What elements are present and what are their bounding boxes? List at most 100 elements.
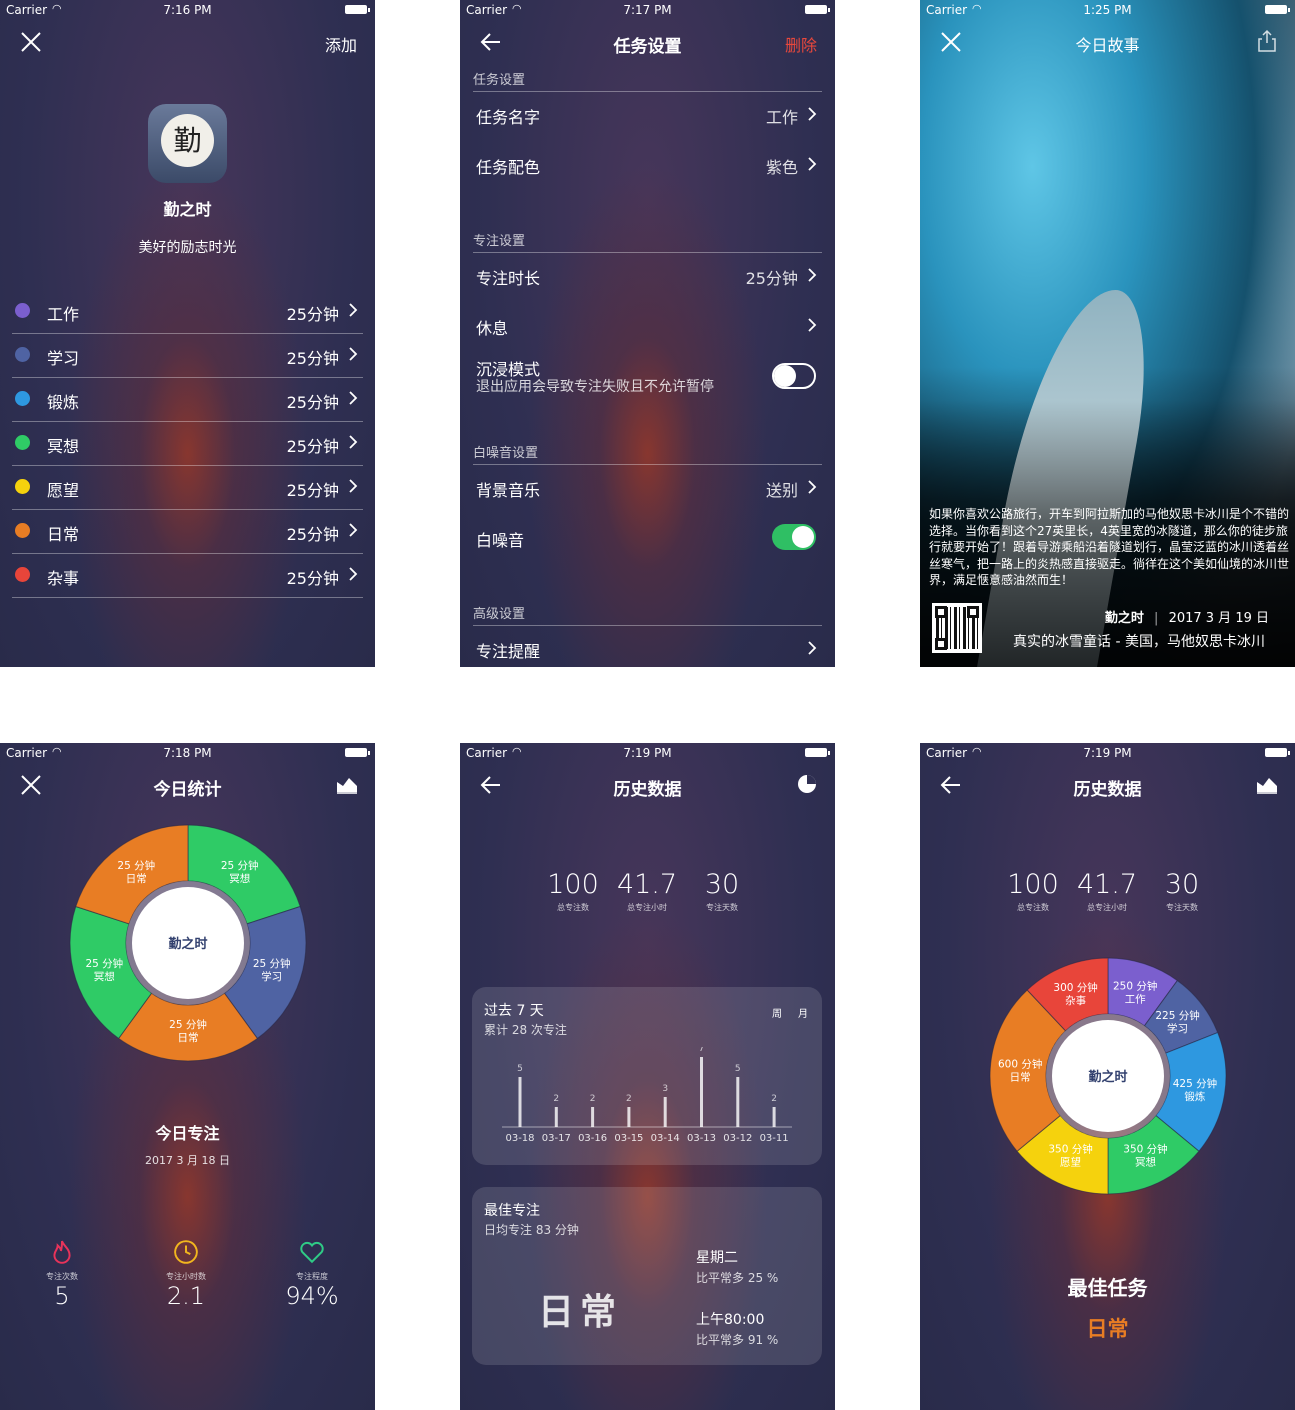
nav-bar: 任务设置 删除 [460,20,835,64]
section-advanced: 高级设置 [473,603,822,626]
task-duration: 25分钟 [286,569,339,588]
summary-label: 专注天数 [706,903,738,912]
row-label: 白噪音 [476,531,525,550]
slice-value-label: 225 分钟 [1155,1009,1199,1022]
page-title: 今日故事 [1075,36,1140,55]
page-title: 历史数据 [1073,780,1142,800]
row-reminder[interactable]: 专注提醒 [473,624,822,667]
section-noise: 白噪音设置 [473,442,822,465]
row-bgm[interactable]: 背景音乐 送别 [473,463,822,513]
best-day-note: 比平常多 25 % [696,1271,779,1285]
task-name: 锻炼 [47,393,80,412]
task-duration: 25分钟 [286,481,339,500]
screen-history-bars: Carrier ◠ 7:19 PM 历史数据 100 总专注数 41.7 总专注小时 3… [460,743,835,1410]
bar [591,1107,595,1127]
chevron-right-icon [808,157,817,171]
story-text: 如果你喜欢公路旅行，开车到阿拉斯加的马他奴思卡冰川是个不错的选择。当你看到这个2… [929,507,1290,587]
meta-divider: | [1154,611,1159,626]
chevron-right-icon [808,268,817,282]
row-focus-length[interactable]: 专注时长 25分钟 [473,251,822,301]
slice-value-label: 250 分钟 [1113,979,1157,992]
app-logo-char: 勤 [161,114,214,167]
toggle-week[interactable]: 周 [772,1005,782,1020]
today-donut-chart: 25 分钟冥想25 分钟学习25 分钟日常25 分钟冥想25 分钟日常勤之时 [69,824,307,1062]
row-label: 任务配色 [476,158,541,177]
slice-name-label: 学习 [1167,1022,1188,1035]
nav-bar: 历史数据 [920,763,1295,807]
flame-icon [53,1240,71,1264]
slice-value-label: 350 分钟 [1123,1143,1167,1156]
bar [663,1097,667,1127]
bar [554,1107,558,1127]
screen-daily-story: Carrier ◠ 1:25 PM 今日故事 如果你喜欢公路旅行，开车到阿拉斯加… [920,0,1295,667]
slice-name-label: 冥想 [229,872,250,885]
task-row[interactable]: 日常 25分钟 [12,509,363,554]
task-row[interactable]: 冥想 25分钟 [12,421,363,466]
best-task-name: 日常 [1086,1316,1129,1341]
best-day: 星期二 [696,1250,738,1266]
task-name: 杂事 [47,569,80,588]
bar [772,1107,776,1127]
row-value: 紫色 [765,158,798,177]
task-name: 学习 [47,349,80,368]
best-time: 上午80:00 [696,1312,765,1328]
summary-label: 专注天数 [1166,903,1198,912]
delete-button[interactable]: 删除 [785,32,817,56]
task-row[interactable]: 锻炼 25分钟 [12,377,363,422]
chevron-right-icon [808,480,817,494]
summary-value: 30 [1164,869,1200,900]
qr-code [932,603,982,653]
clock-icon [174,1240,198,1264]
summary-stat: 30 专注天数 [677,869,767,913]
status-time: 1:25 PM [1083,3,1132,17]
chevron-right-icon [349,479,358,493]
row-value: 送别 [765,481,798,500]
status-bar: Carrier ◠ 7:19 PM [920,743,1295,763]
immersive-toggle[interactable] [772,363,816,389]
best-task-name: 日常 [538,1291,623,1333]
share-icon[interactable] [1255,29,1279,53]
bar-value-label: 7 [699,1047,705,1054]
stat-value: 5 [54,1282,70,1310]
x-tick-label: 03-11 [760,1133,789,1144]
row-task-name[interactable]: 任务名字 工作 [473,90,822,140]
pie-chart-icon[interactable] [795,772,819,796]
slice-name-label: 愿望 [1060,1156,1081,1169]
task-color-dot [15,391,30,406]
battery-icon [345,748,370,757]
toggle-knob [792,526,814,548]
add-button[interactable]: 添加 [325,32,357,56]
nav-bar: 添加 [0,20,375,64]
summary-stat: 30 专注天数 [1137,869,1227,913]
area-chart-icon[interactable] [335,772,359,796]
card-subtitle: 累计 28 次专注 [484,1023,567,1037]
status-bar: Carrier ◠ 7:17 PM [460,0,835,20]
nav-bar: 今日统计 [0,763,375,807]
toggle-month[interactable]: 月 [798,1005,808,1020]
row-label: 专注时长 [476,269,541,288]
battery-icon [1265,748,1290,757]
section-task: 任务设置 [473,69,822,92]
task-duration: 25分钟 [286,525,339,544]
task-duration: 25分钟 [286,437,339,456]
today-heading: 今日专注 [155,1124,220,1143]
row-task-color[interactable]: 任务配色 紫色 [473,140,822,190]
close-icon[interactable] [18,29,44,55]
page-title: 历史数据 [613,780,682,800]
story-meta: 勤之时 | 2017 3 月 19 日 [1105,607,1269,626]
area-chart-icon[interactable] [1255,772,1279,796]
task-row[interactable]: 学习 25分钟 [12,333,363,378]
slice-value-label: 25 分钟 [253,957,291,970]
white-noise-toggle[interactable] [772,524,816,550]
status-bar: Carrier ◠ 1:25 PM [920,0,1295,20]
slice-name-label: 锻炼 [1184,1090,1205,1103]
status-time: 7:19 PM [623,746,672,760]
task-row[interactable]: 工作 25分钟 [12,289,363,334]
task-row[interactable]: 愿望 25分钟 [12,465,363,510]
slice-value-label: 25 分钟 [169,1018,207,1031]
battery-icon [345,5,370,14]
slice-name-label: 冥想 [1135,1156,1156,1169]
task-name: 日常 [47,525,80,544]
chevron-right-icon [808,107,817,121]
task-row[interactable]: 杂事 25分钟 [12,553,363,598]
